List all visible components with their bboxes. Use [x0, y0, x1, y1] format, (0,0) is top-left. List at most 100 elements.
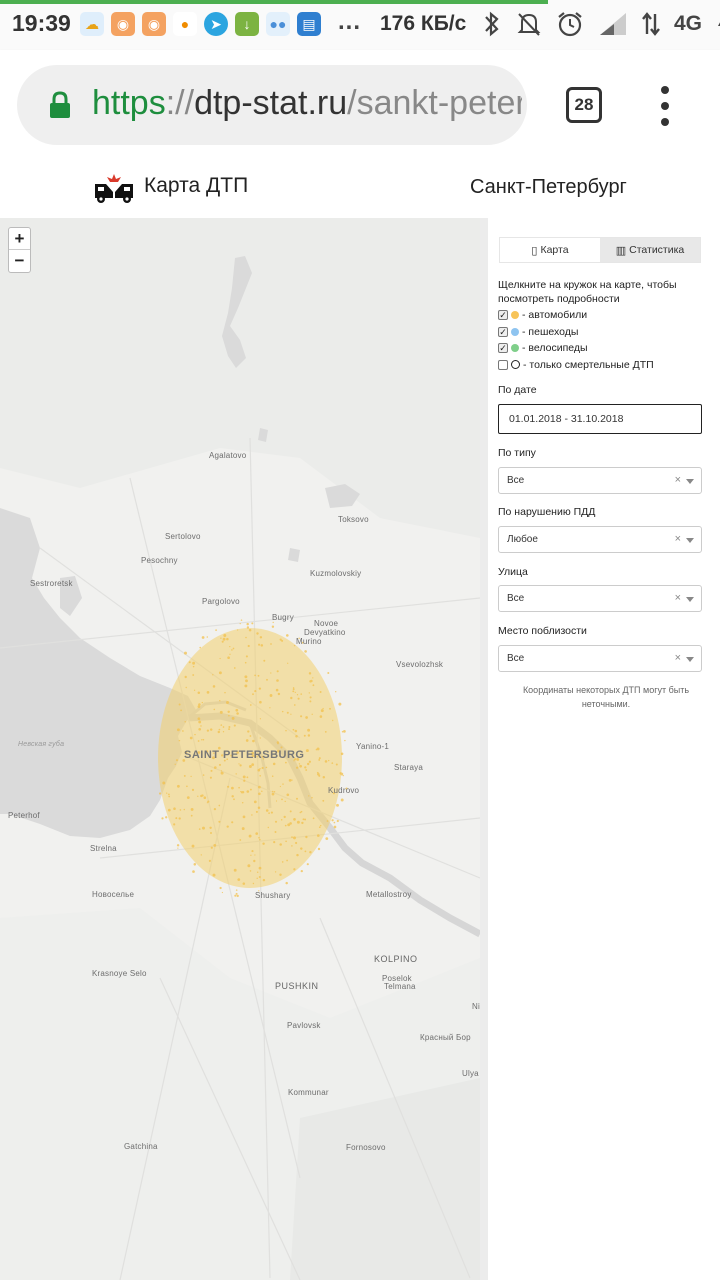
accident-dot[interactable]	[209, 776, 212, 779]
accident-dot[interactable]	[300, 715, 303, 718]
accident-dot[interactable]	[294, 691, 296, 694]
accident-dot[interactable]	[258, 687, 262, 690]
accident-dot[interactable]	[308, 795, 310, 797]
accident-dot[interactable]	[259, 700, 262, 704]
accident-dot[interactable]	[244, 684, 248, 688]
accident-dot[interactable]	[220, 771, 224, 775]
street-select[interactable]: Все ×	[498, 585, 702, 612]
accident-dot[interactable]	[312, 677, 314, 679]
accident-dot[interactable]	[296, 853, 299, 857]
accident-dot[interactable]	[271, 792, 275, 796]
accident-dot[interactable]	[237, 878, 241, 881]
accident-dot[interactable]	[257, 674, 260, 677]
accident-dot[interactable]	[219, 886, 222, 890]
accident-dot[interactable]	[221, 640, 224, 643]
accident-dot[interactable]	[285, 761, 287, 764]
accident-dot[interactable]	[275, 688, 279, 692]
nearby-select[interactable]: Все ×	[498, 645, 702, 672]
accident-dot[interactable]	[291, 779, 293, 781]
accident-dot[interactable]	[280, 819, 283, 821]
accident-dot[interactable]	[213, 766, 217, 769]
accident-dot[interactable]	[292, 688, 295, 691]
accident-dot[interactable]	[319, 824, 322, 827]
accident-dot[interactable]	[200, 854, 202, 856]
accident-dot[interactable]	[207, 800, 210, 803]
url-text[interactable]: https://dtp-stat.ru/sankt-peterburg	[92, 84, 522, 123]
accident-dot[interactable]	[233, 724, 236, 727]
accident-dot[interactable]	[253, 859, 256, 863]
accident-dot[interactable]	[329, 707, 331, 710]
accident-dot[interactable]	[293, 836, 296, 840]
accident-dot[interactable]	[259, 768, 261, 770]
accident-dot[interactable]	[268, 812, 270, 814]
accident-dot[interactable]	[190, 814, 193, 817]
accident-dot[interactable]	[241, 791, 245, 794]
accident-dot[interactable]	[213, 708, 216, 711]
accident-dot[interactable]	[235, 892, 238, 895]
accident-dot[interactable]	[232, 647, 235, 650]
accident-dot[interactable]	[242, 775, 246, 779]
accident-dot[interactable]	[338, 702, 342, 706]
accident-dot[interactable]	[233, 798, 235, 801]
accident-dot[interactable]	[318, 758, 321, 761]
accident-dot[interactable]	[236, 894, 239, 898]
accident-dot[interactable]	[213, 807, 217, 811]
accident-dot[interactable]	[210, 832, 212, 834]
accident-dot[interactable]	[198, 727, 202, 731]
accident-dot[interactable]	[231, 649, 233, 651]
accident-dot[interactable]	[309, 700, 312, 703]
accident-dot[interactable]	[228, 728, 231, 731]
accident-dot[interactable]	[193, 863, 197, 866]
accident-dot[interactable]	[312, 817, 315, 820]
accident-dot[interactable]	[249, 704, 252, 706]
accident-dot[interactable]	[322, 776, 326, 779]
accident-dot[interactable]	[336, 803, 339, 807]
accident-dot[interactable]	[184, 675, 187, 679]
accident-dot[interactable]	[222, 731, 225, 733]
accident-dot[interactable]	[300, 693, 303, 695]
accident-dot[interactable]	[227, 785, 230, 788]
accident-dot[interactable]	[220, 637, 222, 639]
accident-dot[interactable]	[307, 728, 311, 732]
accident-dot[interactable]	[194, 733, 196, 736]
accident-dot[interactable]	[332, 719, 334, 722]
crash-logo-icon[interactable]	[94, 170, 134, 204]
type-select[interactable]: Все ×	[498, 467, 702, 494]
accident-dot[interactable]	[266, 678, 268, 681]
accident-dot[interactable]	[192, 870, 195, 873]
accident-dot[interactable]	[326, 820, 329, 822]
accident-dot[interactable]	[319, 715, 323, 718]
accident-dot[interactable]	[259, 775, 261, 777]
accident-dot[interactable]	[276, 679, 279, 682]
accident-dot[interactable]	[246, 776, 249, 779]
accident-dot[interactable]	[233, 868, 237, 872]
accident-dot[interactable]	[231, 795, 234, 798]
accident-dot[interactable]	[198, 828, 201, 830]
accident-dot[interactable]	[173, 823, 176, 826]
accident-dot[interactable]	[301, 821, 304, 825]
accident-dot[interactable]	[192, 674, 195, 676]
accident-dot[interactable]	[284, 824, 287, 827]
accident-dot[interactable]	[227, 656, 230, 660]
accident-dot[interactable]	[173, 807, 176, 810]
accident-dot[interactable]	[252, 739, 255, 743]
pedestrians-checkbox[interactable]: ✓	[498, 326, 508, 337]
accident-dot[interactable]	[215, 629, 217, 631]
accident-dot[interactable]	[335, 763, 338, 766]
accident-dot[interactable]	[322, 707, 324, 710]
accident-dot[interactable]	[253, 800, 257, 804]
accident-dot[interactable]	[193, 689, 196, 691]
accident-dot[interactable]	[186, 785, 188, 788]
accident-dot[interactable]	[198, 720, 202, 724]
accident-dot[interactable]	[288, 779, 292, 782]
accident-dot[interactable]	[209, 826, 212, 829]
accident-dot[interactable]	[168, 795, 171, 798]
accident-dot[interactable]	[192, 665, 195, 668]
violation-select[interactable]: Любое ×	[498, 526, 702, 553]
accident-dot[interactable]	[293, 868, 296, 871]
accident-dot[interactable]	[222, 637, 226, 641]
accident-dot[interactable]	[226, 825, 229, 828]
accident-dot[interactable]	[202, 826, 205, 830]
accident-dot[interactable]	[255, 810, 258, 813]
accident-dot[interactable]	[295, 766, 299, 769]
